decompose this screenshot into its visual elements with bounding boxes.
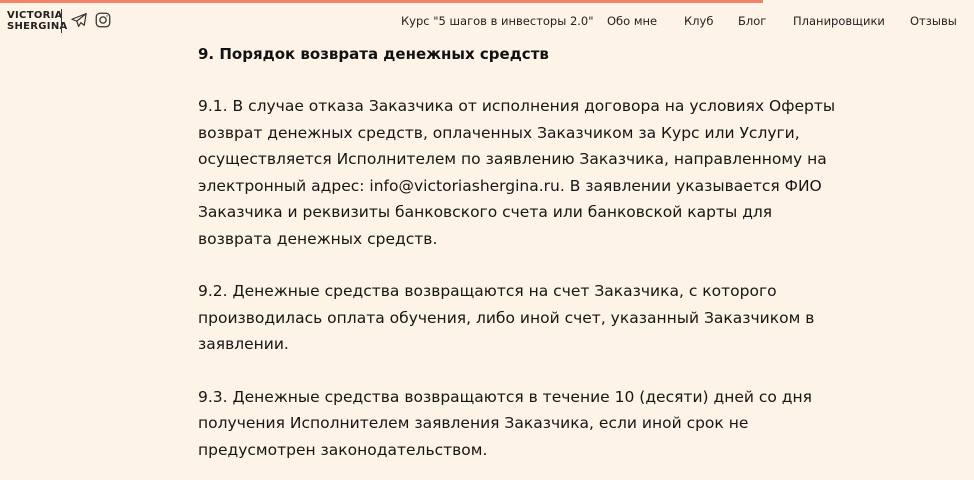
nav-blog[interactable]: Блог [738,14,766,28]
nav-club[interactable]: Клуб [684,14,713,28]
nav-planners[interactable]: Планировщики [793,14,885,28]
site-header: VICTORIA SHERGINA Курс "5 шагов в инвест… [0,3,974,39]
main-nav: Курс "5 шагов в инвесторы 2.0" Обо мне К… [0,14,974,30]
paragraph-9-2: 9.2. Денежные средства возвращаются на с… [198,282,815,353]
nav-about[interactable]: Обо мне [607,14,657,28]
paragraph-9-3: 9.3. Денежные средства возвращаются в те… [198,387,812,459]
document-content: 9. Порядок возврата денежных средств 9.1… [198,42,838,463]
paragraph-9-1: 9.1. В случае отказа Заказчика от исполн… [198,97,836,248]
section-title: 9. Порядок возврата денежных средств [198,45,549,63]
nav-course[interactable]: Курс "5 шагов в инвесторы 2.0" [401,14,594,28]
nav-reviews[interactable]: Отзывы [910,14,957,28]
